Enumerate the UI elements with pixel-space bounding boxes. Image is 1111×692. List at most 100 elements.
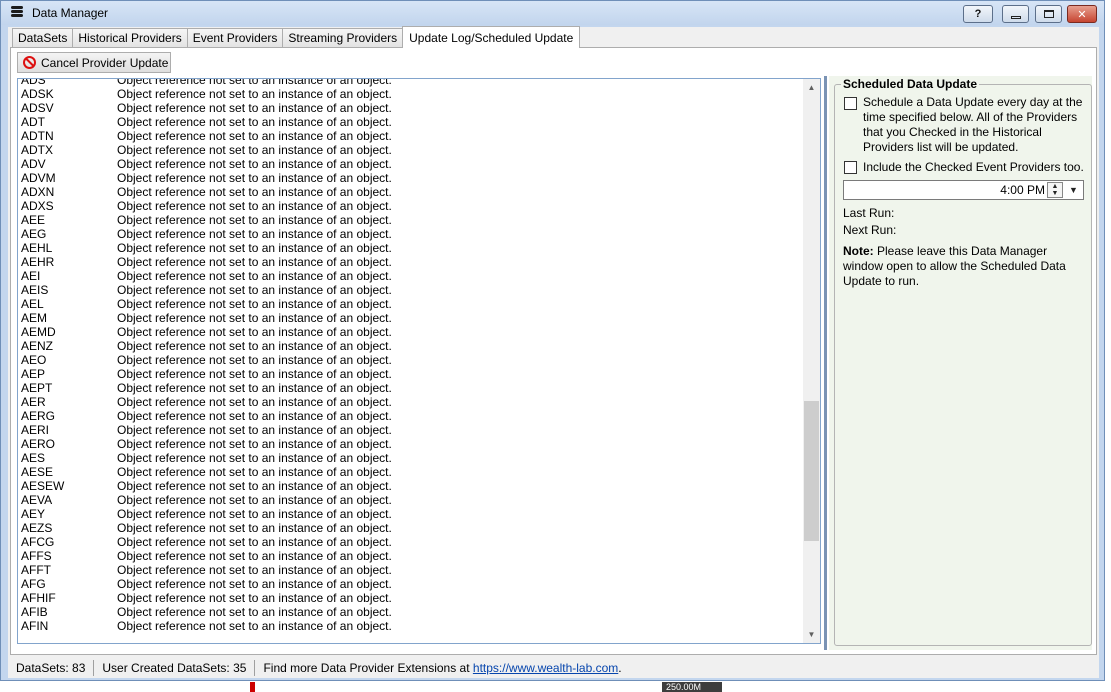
log-row[interactable]: AERI Object reference not set to an insta… [21, 423, 801, 437]
help-button[interactable]: ? [963, 5, 993, 23]
log-row[interactable]: AFFS Object reference not set to an insta… [21, 549, 801, 563]
log-symbol: ADXN [21, 185, 55, 199]
log-row[interactable]: AFHIF Object reference not set to an inst… [21, 591, 801, 605]
log-row[interactable]: AESEW Object reference not set to an inst… [21, 479, 801, 493]
tab-update-log[interactable]: Update Log/Scheduled Update [402, 26, 581, 48]
log-scrollbar[interactable]: ▲ ▼ [803, 79, 820, 643]
log-row[interactable]: ADSK Object reference not set to an insta… [21, 87, 801, 101]
datasets-count: DataSets: 83 [8, 660, 95, 676]
log-symbol: ADTX [21, 143, 54, 157]
log-row[interactable]: AEG Object reference not set to an instan… [21, 227, 801, 241]
log-message: Object reference not set to an instance … [117, 325, 392, 339]
log-row[interactable]: ADTX Object reference not set to an insta… [21, 143, 801, 157]
chevron-down-icon[interactable]: ▼ [1066, 183, 1081, 197]
log-row[interactable]: AEHR Object reference not set to an insta… [21, 255, 801, 269]
panel-splitter[interactable] [824, 76, 827, 650]
log-row[interactable]: AEE Object reference not set to an instan… [21, 213, 801, 227]
log-symbol: AEMD [21, 325, 56, 339]
data-manager-window: Data Manager ? ✕ DataSets Historical Pro… [0, 0, 1105, 681]
log-row[interactable]: AFG Object reference not set to an instan… [21, 577, 801, 591]
scroll-thumb[interactable] [804, 401, 819, 542]
event-providers-checkbox[interactable] [844, 161, 857, 174]
log-row[interactable]: AEMD Object reference not set to an insta… [21, 325, 801, 339]
log-symbol: ADS [21, 78, 46, 87]
log-message: Object reference not set to an instance … [117, 311, 392, 325]
log-symbol: AENZ [21, 339, 54, 353]
log-row[interactable]: ADXN Object reference not set to an insta… [21, 185, 801, 199]
window-title: Data Manager [32, 6, 109, 20]
log-row[interactable]: ADT Object reference not set to an instan… [21, 115, 801, 129]
spin-up-icon[interactable]: ▲ [1048, 183, 1062, 190]
log-message: Object reference not set to an instance … [117, 437, 392, 451]
log-row[interactable]: AFFT Object reference not set to an insta… [21, 563, 801, 577]
scroll-down-icon[interactable]: ▼ [807, 630, 816, 639]
tab-event-providers[interactable]: Event Providers [186, 28, 284, 47]
log-row[interactable]: ADV Object reference not set to an instan… [21, 157, 801, 171]
log-row[interactable]: AFIN Object reference not set to an insta… [21, 619, 801, 633]
tab-streaming-providers[interactable]: Streaming Providers [282, 28, 404, 47]
log-row[interactable]: ADVM Object reference not set to an insta… [21, 171, 801, 185]
log-row[interactable]: AEZS Object reference not set to an insta… [21, 521, 801, 535]
log-symbol: ADVM [21, 171, 56, 185]
daily-update-checkbox[interactable] [844, 97, 857, 110]
title-bar[interactable]: Data Manager ? ✕ [1, 1, 1104, 25]
log-row[interactable]: AESE Object reference not set to an insta… [21, 465, 801, 479]
log-row[interactable]: AER Object reference not set to an instan… [21, 395, 801, 409]
log-message: Object reference not set to an instance … [117, 451, 392, 465]
log-symbol: AESEW [21, 479, 65, 493]
log-row[interactable]: AENZ Object reference not set to an insta… [21, 339, 801, 353]
log-row[interactable]: AERG Object reference not set to an insta… [21, 409, 801, 423]
tab-historical-providers[interactable]: Historical Providers [72, 28, 188, 47]
log-row[interactable]: ADXS Object reference not set to an insta… [21, 199, 801, 213]
spin-down-icon[interactable]: ▼ [1048, 190, 1062, 197]
log-symbol: AEHR [21, 255, 55, 269]
log-row[interactable]: ADTN Object reference not set to an insta… [21, 129, 801, 143]
close-icon: ✕ [1077, 8, 1087, 21]
log-message: Object reference not set to an instance … [117, 353, 392, 367]
log-symbol: ADSK [21, 87, 54, 101]
log-row[interactable]: AEM Object reference not set to an instan… [21, 311, 801, 325]
log-row[interactable]: AEVA Object reference not set to an insta… [21, 493, 801, 507]
log-row[interactable]: AEIS Object reference not set to an insta… [21, 283, 801, 297]
log-message: Object reference not set to an instance … [117, 213, 392, 227]
log-row[interactable]: AEI Object reference not set to an instan… [21, 269, 801, 283]
log-row[interactable]: ADS Object reference not set to an instan… [21, 78, 801, 87]
log-message: Object reference not set to an instance … [117, 297, 392, 311]
scroll-up-icon[interactable]: ▲ [807, 83, 816, 92]
log-symbol: AEL [21, 297, 44, 311]
log-symbol: AEG [21, 227, 47, 241]
cancel-provider-update-button[interactable]: Cancel Provider Update [17, 52, 171, 73]
time-spinner[interactable]: ▲ ▼ [1047, 182, 1063, 198]
log-row[interactable]: AEL Object reference not set to an instan… [21, 297, 801, 311]
log-row[interactable]: AEY Object reference not set to an instan… [21, 507, 801, 521]
tab-datasets[interactable]: DataSets [12, 28, 74, 47]
log-row[interactable]: AEPT Object reference not set to an insta… [21, 381, 801, 395]
log-message: Object reference not set to an instance … [117, 591, 392, 605]
log-row[interactable]: AEHL Object reference not set to an insta… [21, 241, 801, 255]
log-message: Object reference not set to an instance … [117, 577, 392, 591]
wealth-lab-link[interactable]: https://www.wealth-lab.com [473, 661, 618, 675]
log-row[interactable]: ADSV Object reference not set to an insta… [21, 101, 801, 115]
maximize-button[interactable] [1035, 5, 1062, 23]
update-log-list[interactable]: ADS Object reference not set to an instan… [17, 78, 821, 644]
maximize-icon [1043, 10, 1054, 18]
log-message: Object reference not set to an instance … [117, 381, 392, 395]
log-symbol: AEE [21, 213, 46, 227]
log-symbol: AEVA [21, 493, 53, 507]
minimize-button[interactable] [1002, 5, 1029, 23]
log-row[interactable]: AERO Object reference not set to an insta… [21, 437, 801, 451]
log-row[interactable]: AEP Object reference not set to an instan… [21, 367, 801, 381]
log-symbol: AFIB [21, 605, 48, 619]
update-log-page: Cancel Provider Update ADS Object referen… [10, 47, 1097, 655]
close-button[interactable]: ✕ [1067, 5, 1097, 23]
client-area: DataSets Historical Providers Event Prov… [8, 26, 1099, 678]
log-symbol: ADT [21, 115, 45, 129]
log-row[interactable]: AFIB Object reference not set to an insta… [21, 605, 801, 619]
log-row[interactable]: AFCG Object reference not set to an insta… [21, 535, 801, 549]
log-symbol: ADSV [21, 101, 54, 115]
log-row[interactable]: AES Object reference not set to an instan… [21, 451, 801, 465]
daily-update-label: Schedule a Data Update every day at the … [863, 95, 1083, 154]
update-time-picker[interactable]: 4:00 PM ▲ ▼ ▼ [843, 180, 1084, 200]
log-row[interactable]: AEO Object reference not set to an instan… [21, 353, 801, 367]
cancel-icon [23, 56, 36, 69]
